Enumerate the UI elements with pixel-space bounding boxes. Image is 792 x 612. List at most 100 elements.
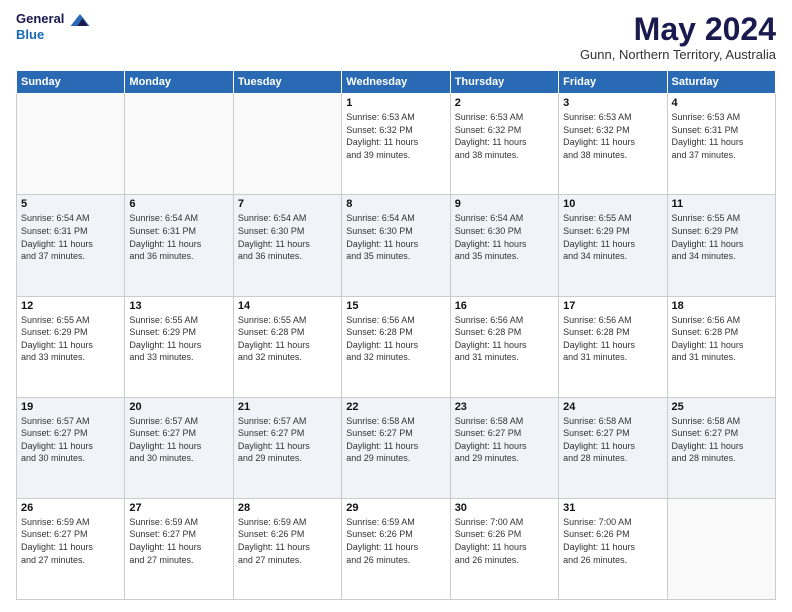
day-info: Sunrise: 6:54 AM Sunset: 6:31 PM Dayligh… <box>129 212 228 262</box>
calendar-cell: 7 Sunrise: 6:54 AM Sunset: 6:30 PM Daylig… <box>233 195 341 296</box>
header-day: Saturday <box>667 71 775 94</box>
day-info: Sunrise: 6:57 AM Sunset: 6:27 PM Dayligh… <box>129 415 228 465</box>
calendar-cell: 1 Sunrise: 6:53 AM Sunset: 6:32 PM Daylig… <box>342 94 450 195</box>
header-day: Thursday <box>450 71 558 94</box>
calendar-cell: 9 Sunrise: 6:54 AM Sunset: 6:30 PM Daylig… <box>450 195 558 296</box>
calendar-cell: 15Sunrise: 6:56 AM Sunset: 6:28 PM Dayli… <box>342 296 450 397</box>
calendar-cell: 12 Sunrise: 6:55 AM Sunset: 6:29 PM Dayli… <box>17 296 125 397</box>
header: General Blue May 2024 Gunn, Northern Ter… <box>16 12 776 62</box>
day-info: Sunrise: 6:55 AM Sunset: 6:29 PM Dayligh… <box>129 314 228 364</box>
calendar-cell: 27Sunrise: 6:59 AM Sunset: 6:27 PM Dayli… <box>125 498 233 599</box>
calendar-cell: 28 Sunrise: 6:59 AM Sunset: 6:26 PM Dayli… <box>233 498 341 599</box>
day-number: 26 <box>21 502 120 514</box>
day-info: Sunrise: 6:59 AM Sunset: 6:26 PM Dayligh… <box>346 516 445 566</box>
calendar-week-row: 26 Sunrise: 6:59 AM Sunset: 6:27 PM Dayli… <box>17 498 776 599</box>
day-info: Sunrise: 6:59 AM Sunset: 6:26 PM Dayligh… <box>238 516 337 566</box>
calendar-cell <box>233 94 341 195</box>
day-info: Sunrise: 6:58 AM Sunset: 6:27 PM Dayligh… <box>346 415 445 465</box>
calendar-cell: 18 Sunrise: 6:56 AM Sunset: 6:28 PM Dayli… <box>667 296 775 397</box>
calendar-cell: 13Sunrise: 6:55 AM Sunset: 6:29 PM Dayli… <box>125 296 233 397</box>
calendar-cell: 31 Sunrise: 7:00 AM Sunset: 6:26 PM Dayli… <box>559 498 667 599</box>
day-number: 4 <box>672 97 771 109</box>
day-info: Sunrise: 6:54 AM Sunset: 6:30 PM Dayligh… <box>346 212 445 262</box>
day-info: Sunrise: 6:58 AM Sunset: 6:27 PM Dayligh… <box>672 415 771 465</box>
calendar-cell: 6 Sunrise: 6:54 AM Sunset: 6:31 PM Daylig… <box>125 195 233 296</box>
day-number: 23 <box>455 401 554 413</box>
day-info: Sunrise: 6:55 AM Sunset: 6:29 PM Dayligh… <box>563 212 662 262</box>
header-day: Monday <box>125 71 233 94</box>
day-number: 15 <box>346 300 445 312</box>
day-info: Sunrise: 7:00 AM Sunset: 6:26 PM Dayligh… <box>563 516 662 566</box>
calendar-week-row: 1 Sunrise: 6:53 AM Sunset: 6:32 PM Daylig… <box>17 94 776 195</box>
calendar-cell <box>17 94 125 195</box>
day-number: 9 <box>455 198 554 210</box>
day-number: 21 <box>238 401 337 413</box>
header-day: Friday <box>559 71 667 94</box>
day-info: Sunrise: 7:00 AM Sunset: 6:26 PM Dayligh… <box>455 516 554 566</box>
day-info: Sunrise: 6:58 AM Sunset: 6:27 PM Dayligh… <box>455 415 554 465</box>
day-info: Sunrise: 6:54 AM Sunset: 6:30 PM Dayligh… <box>455 212 554 262</box>
calendar-cell: 4 Sunrise: 6:53 AM Sunset: 6:31 PM Daylig… <box>667 94 775 195</box>
calendar-cell: 20 Sunrise: 6:57 AM Sunset: 6:27 PM Dayli… <box>125 397 233 498</box>
day-number: 20 <box>129 401 228 413</box>
logo-blue: Blue <box>16 27 44 42</box>
day-number: 10 <box>563 198 662 210</box>
day-info: Sunrise: 6:54 AM Sunset: 6:30 PM Dayligh… <box>238 212 337 262</box>
day-number: 11 <box>672 198 771 210</box>
day-info: Sunrise: 6:57 AM Sunset: 6:27 PM Dayligh… <box>21 415 120 465</box>
calendar-cell: 25Sunrise: 6:58 AM Sunset: 6:27 PM Dayli… <box>667 397 775 498</box>
day-number: 14 <box>238 300 337 312</box>
calendar-week-row: 19Sunrise: 6:57 AM Sunset: 6:27 PM Dayli… <box>17 397 776 498</box>
day-number: 6 <box>129 198 228 210</box>
day-number: 3 <box>563 97 662 109</box>
day-info: Sunrise: 6:53 AM Sunset: 6:32 PM Dayligh… <box>346 111 445 161</box>
day-info: Sunrise: 6:57 AM Sunset: 6:27 PM Dayligh… <box>238 415 337 465</box>
calendar-cell: 8 Sunrise: 6:54 AM Sunset: 6:30 PM Daylig… <box>342 195 450 296</box>
day-number: 16 <box>455 300 554 312</box>
day-info: Sunrise: 6:56 AM Sunset: 6:28 PM Dayligh… <box>563 314 662 364</box>
day-number: 28 <box>238 502 337 514</box>
calendar-cell <box>125 94 233 195</box>
day-number: 24 <box>563 401 662 413</box>
calendar-week-row: 12 Sunrise: 6:55 AM Sunset: 6:29 PM Dayli… <box>17 296 776 397</box>
calendar-cell: 11 Sunrise: 6:55 AM Sunset: 6:29 PM Dayli… <box>667 195 775 296</box>
day-info: Sunrise: 6:59 AM Sunset: 6:27 PM Dayligh… <box>21 516 120 566</box>
calendar-cell: 17 Sunrise: 6:56 AM Sunset: 6:28 PM Dayli… <box>559 296 667 397</box>
calendar-cell: 2Sunrise: 6:53 AM Sunset: 6:32 PM Daylig… <box>450 94 558 195</box>
day-info: Sunrise: 6:53 AM Sunset: 6:32 PM Dayligh… <box>455 111 554 161</box>
day-number: 31 <box>563 502 662 514</box>
page: General Blue May 2024 Gunn, Northern Ter… <box>0 0 792 612</box>
calendar-cell: 3 Sunrise: 6:53 AM Sunset: 6:32 PM Daylig… <box>559 94 667 195</box>
month-title: May 2024 <box>580 12 776 47</box>
header-day: Wednesday <box>342 71 450 94</box>
calendar-cell: 14Sunrise: 6:55 AM Sunset: 6:28 PM Dayli… <box>233 296 341 397</box>
header-day: Tuesday <box>233 71 341 94</box>
day-info: Sunrise: 6:55 AM Sunset: 6:29 PM Dayligh… <box>672 212 771 262</box>
day-number: 17 <box>563 300 662 312</box>
day-number: 1 <box>346 97 445 109</box>
day-number: 5 <box>21 198 120 210</box>
day-info: Sunrise: 6:53 AM Sunset: 6:32 PM Dayligh… <box>563 111 662 161</box>
day-number: 22 <box>346 401 445 413</box>
calendar-cell: 26 Sunrise: 6:59 AM Sunset: 6:27 PM Dayli… <box>17 498 125 599</box>
day-number: 12 <box>21 300 120 312</box>
calendar-week-row: 5 Sunrise: 6:54 AM Sunset: 6:31 PM Daylig… <box>17 195 776 296</box>
calendar-cell: 19Sunrise: 6:57 AM Sunset: 6:27 PM Dayli… <box>17 397 125 498</box>
calendar-cell: 16Sunrise: 6:56 AM Sunset: 6:28 PM Dayli… <box>450 296 558 397</box>
logo-general: General <box>16 12 90 26</box>
header-row: SundayMondayTuesdayWednesdayThursdayFrid… <box>17 71 776 94</box>
day-info: Sunrise: 6:56 AM Sunset: 6:28 PM Dayligh… <box>672 314 771 364</box>
day-info: Sunrise: 6:58 AM Sunset: 6:27 PM Dayligh… <box>563 415 662 465</box>
calendar-table: SundayMondayTuesdayWednesdayThursdayFrid… <box>16 70 776 600</box>
calendar-cell: 22 Sunrise: 6:58 AM Sunset: 6:27 PM Dayli… <box>342 397 450 498</box>
day-info: Sunrise: 6:55 AM Sunset: 6:29 PM Dayligh… <box>21 314 120 364</box>
calendar-cell: 21 Sunrise: 6:57 AM Sunset: 6:27 PM Dayli… <box>233 397 341 498</box>
day-number: 30 <box>455 502 554 514</box>
day-info: Sunrise: 6:53 AM Sunset: 6:31 PM Dayligh… <box>672 111 771 161</box>
logo: General Blue <box>16 12 90 44</box>
day-number: 8 <box>346 198 445 210</box>
calendar-cell: 30 Sunrise: 7:00 AM Sunset: 6:26 PM Dayli… <box>450 498 558 599</box>
day-number: 18 <box>672 300 771 312</box>
day-number: 7 <box>238 198 337 210</box>
subtitle: Gunn, Northern Territory, Australia <box>580 47 776 62</box>
